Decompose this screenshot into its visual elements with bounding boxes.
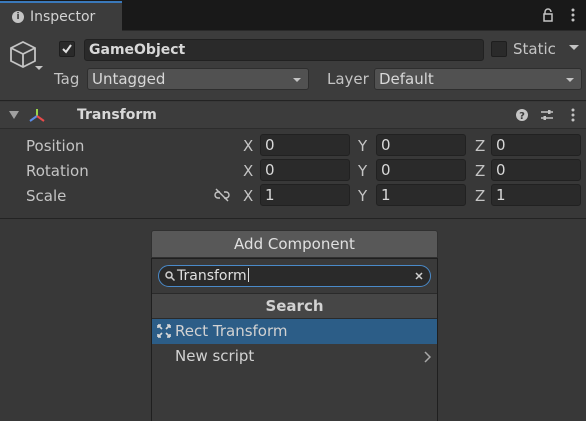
object-name-field[interactable]: GameObject (84, 39, 484, 61)
lock-icon[interactable] (541, 8, 555, 22)
axis-z-label[interactable]: Z (475, 162, 485, 180)
presets-icon[interactable] (540, 108, 554, 122)
static-dropdown-icon[interactable] (568, 44, 580, 52)
component-search-field[interactable]: Transform (158, 265, 431, 287)
position-label: Position (26, 137, 85, 155)
text-caret (247, 268, 249, 282)
rect-transform-icon (157, 324, 171, 338)
chevron-down-icon (566, 78, 574, 82)
position-y-field[interactable]: 0 (376, 134, 466, 156)
list-item-label: New script (175, 347, 255, 365)
axis-x-label[interactable]: X (243, 162, 253, 180)
add-component-button[interactable]: Add Component (151, 230, 438, 258)
divider (0, 218, 586, 219)
axis-z-label[interactable]: Z (475, 137, 485, 155)
scale-y-field[interactable]: 1 (376, 184, 466, 206)
list-item-label: Rect Transform (175, 322, 288, 340)
axis-x-label[interactable]: X (243, 187, 253, 205)
icon-dropdown-arrow-icon[interactable] (34, 65, 44, 71)
rotation-z-field[interactable]: 0 (491, 159, 581, 181)
layer-label: Layer (327, 70, 369, 88)
static-checkbox[interactable] (491, 41, 507, 57)
scale-label: Scale (26, 187, 67, 205)
scale-z-field[interactable]: 1 (491, 184, 581, 206)
layer-dropdown[interactable]: Default (374, 68, 582, 90)
axis-z-label[interactable]: Z (475, 187, 485, 205)
list-item-new-script[interactable]: New script (152, 344, 437, 369)
gameobject-header: GameObject Static Tag Untagged Layer Def… (0, 31, 586, 101)
position-z-field[interactable]: 0 (491, 134, 581, 156)
axis-x-label[interactable]: X (243, 137, 253, 155)
active-checkbox[interactable] (59, 41, 75, 57)
scale-x-field[interactable]: 1 (260, 184, 350, 206)
tag-value: Untagged (92, 70, 166, 88)
constrain-proportions-icon[interactable] (214, 188, 230, 202)
chevron-down-icon (293, 78, 301, 82)
search-input[interactable]: Transform (177, 268, 247, 284)
rotation-label: Rotation (26, 162, 89, 180)
transform-title: Transform (77, 107, 157, 123)
rotation-y-field[interactable]: 0 (376, 159, 466, 181)
transform-icon (29, 109, 45, 122)
position-x-field[interactable]: 0 (260, 134, 350, 156)
tag-dropdown[interactable]: Untagged (87, 68, 309, 90)
axis-y-label[interactable]: Y (358, 137, 367, 155)
more-options-icon[interactable] (566, 8, 580, 22)
help-icon[interactable]: ? (515, 108, 529, 122)
chevron-right-icon (424, 351, 431, 363)
tag-label: Tag (54, 70, 80, 88)
rotation-x-field[interactable]: 0 (260, 159, 350, 181)
axis-y-label[interactable]: Y (358, 187, 367, 205)
clear-search-icon[interactable] (414, 271, 424, 281)
axis-y-label[interactable]: Y (358, 162, 367, 180)
layer-value: Default (379, 70, 434, 88)
static-label: Static (513, 40, 556, 58)
add-component-popup: Transform Search Rect Transform New scri… (151, 258, 438, 421)
check-icon (62, 44, 72, 54)
foldout-arrow-icon[interactable] (9, 111, 19, 119)
tab-bar: i Inspector (0, 0, 586, 31)
search-section-header: Search (152, 293, 437, 319)
transform-header[interactable]: Transform ? (0, 102, 586, 129)
tab-inspector[interactable]: i Inspector (0, 1, 122, 31)
info-icon: i (12, 11, 24, 23)
search-icon (165, 271, 175, 281)
svg-text:?: ? (519, 111, 525, 122)
component-menu-icon[interactable] (566, 108, 580, 122)
list-item-rect-transform[interactable]: Rect Transform (152, 319, 437, 344)
tab-title: Inspector (30, 9, 96, 25)
